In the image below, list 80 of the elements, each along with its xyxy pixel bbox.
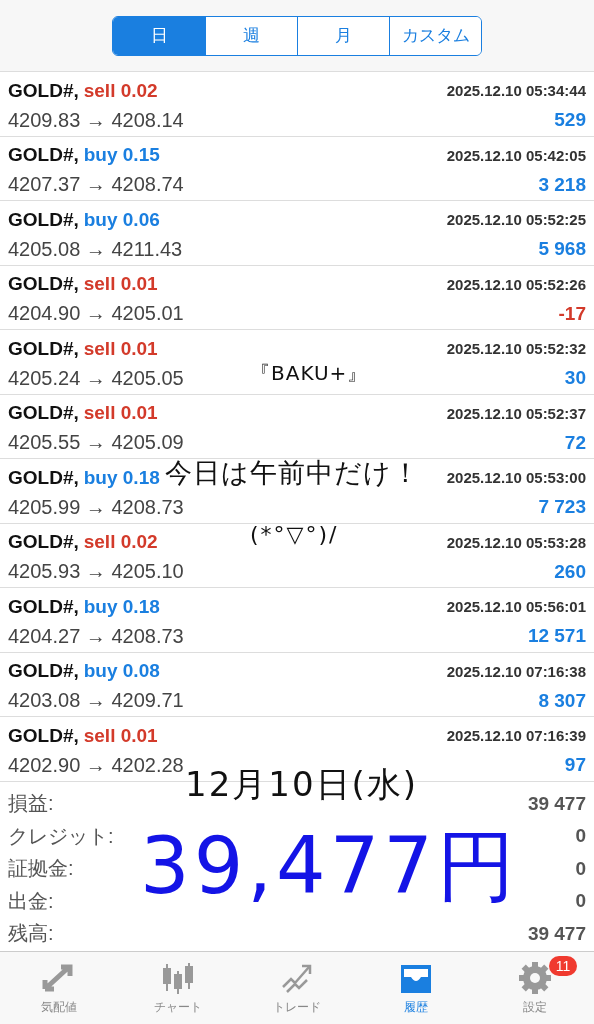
handwritten-note: (*°▽°)/ — [250, 522, 339, 547]
order-type: buy 0.06 — [83, 208, 160, 230]
summary-value: 0 — [575, 825, 586, 848]
deal-time: 2025.12.10 05:53:00 — [446, 469, 586, 487]
profit-value: 260 — [554, 560, 586, 583]
period-tab[interactable]: 週 — [205, 16, 297, 55]
summary-label: クレジット: — [8, 823, 114, 849]
price-range: 4205.55 → 4205.09 — [8, 431, 184, 455]
nav-tab[interactable]: 気配値 — [0, 952, 119, 1024]
deal-time: 2025.12.10 07:16:39 — [446, 727, 586, 745]
handwritten-note: 今日は午前中だけ！ — [165, 456, 420, 490]
deal-time: 2025.12.10 05:52:32 — [446, 340, 586, 358]
summary-value: 39 477 — [527, 922, 586, 945]
summary-value: 39 477 — [527, 792, 586, 815]
notification-badge: 11 — [548, 956, 578, 976]
deal-time: 2025.12.10 05:52:37 — [446, 404, 586, 422]
symbol-label: GOLD#, — [8, 531, 79, 553]
profit-value: 7 723 — [538, 496, 586, 519]
handwritten-note: 39,477円 — [140, 820, 519, 913]
profit-value: 97 — [564, 754, 586, 777]
deal-time: 2025.12.10 05:56:01 — [446, 598, 586, 616]
handwritten-note: 『BAKU+』 — [250, 360, 369, 387]
summary-label: 出金: — [8, 888, 54, 914]
order-type: sell 0.01 — [83, 402, 158, 424]
period-tab[interactable]: 月 — [297, 16, 389, 55]
nav-tab[interactable]: 設定 11 — [475, 952, 594, 1024]
symbol-label: GOLD#, — [8, 273, 79, 295]
symbol-label: GOLD#, — [8, 402, 79, 424]
nav-tab[interactable]: チャート — [118, 952, 238, 1024]
price-range: 4207.37 → 4208.74 — [8, 173, 184, 197]
profit-value: 529 — [554, 109, 586, 132]
order-type: sell 0.01 — [83, 724, 158, 746]
profit-value: -17 — [558, 302, 586, 325]
profit-value: 3 218 — [538, 173, 586, 196]
price-range: 4204.90 → 4205.01 — [8, 302, 184, 326]
symbol-label: GOLD#, — [8, 660, 79, 682]
handwritten-note: 12月10日(水) — [185, 763, 419, 806]
profit-value: 8 307 — [538, 689, 586, 712]
summary-label: 残高: — [8, 921, 54, 947]
order-type: buy 0.18 — [83, 595, 160, 617]
price-range: 4202.90 → 4202.28 — [8, 753, 184, 777]
profit-value: 5 968 — [538, 238, 586, 261]
summary-value: 0 — [575, 890, 586, 913]
period-tab[interactable]: カスタム — [389, 16, 481, 55]
order-type: buy 0.18 — [83, 466, 160, 488]
price-range: 4209.83 → 4208.14 — [8, 108, 184, 132]
symbol-label: GOLD#, — [8, 466, 79, 488]
price-range: 4205.08 → 4211.43 — [8, 237, 183, 261]
profit-value: 12 571 — [527, 625, 586, 648]
symbol-label: GOLD#, — [8, 724, 79, 746]
deal-time: 2025.12.10 05:53:28 — [446, 533, 586, 551]
deal-time: 2025.12.10 05:52:26 — [446, 275, 586, 293]
period-tab[interactable]: 日 — [113, 16, 205, 55]
deal-time: 2025.12.10 05:52:25 — [446, 211, 586, 229]
price-range: 4205.24 → 4205.05 — [8, 366, 184, 390]
price-range: 4203.08 → 4209.71 — [8, 689, 184, 713]
order-type: sell 0.01 — [83, 273, 158, 295]
order-type: sell 0.02 — [83, 531, 158, 553]
order-type: sell 0.02 — [83, 79, 158, 101]
symbol-label: GOLD#, — [8, 144, 79, 166]
nav-tab[interactable]: 履歴 — [356, 952, 476, 1024]
order-type: sell 0.01 — [83, 337, 158, 359]
deal-time: 2025.12.10 05:34:44 — [446, 82, 586, 100]
deal-time: 2025.12.10 07:16:38 — [446, 662, 586, 680]
summary-label: 損益: — [8, 791, 54, 817]
profit-value: 72 — [564, 431, 586, 454]
nav-tab[interactable]: トレード — [237, 952, 357, 1024]
order-type: buy 0.08 — [83, 660, 160, 682]
symbol-label: GOLD#, — [8, 595, 79, 617]
symbol-label: GOLD#, — [8, 337, 79, 359]
profit-value: 30 — [564, 367, 586, 390]
price-range: 4205.93 → 4205.10 — [8, 560, 184, 584]
price-range: 4204.27 → 4208.73 — [8, 624, 184, 648]
deal-time: 2025.12.10 05:42:05 — [446, 146, 586, 164]
price-range: 4205.99 → 4208.73 — [8, 495, 184, 519]
order-type: buy 0.15 — [83, 144, 160, 166]
symbol-label: GOLD#, — [8, 79, 79, 101]
summary-value: 0 — [575, 857, 586, 880]
symbol-label: GOLD#, — [8, 208, 79, 230]
summary-label: 証拠金: — [8, 856, 74, 882]
